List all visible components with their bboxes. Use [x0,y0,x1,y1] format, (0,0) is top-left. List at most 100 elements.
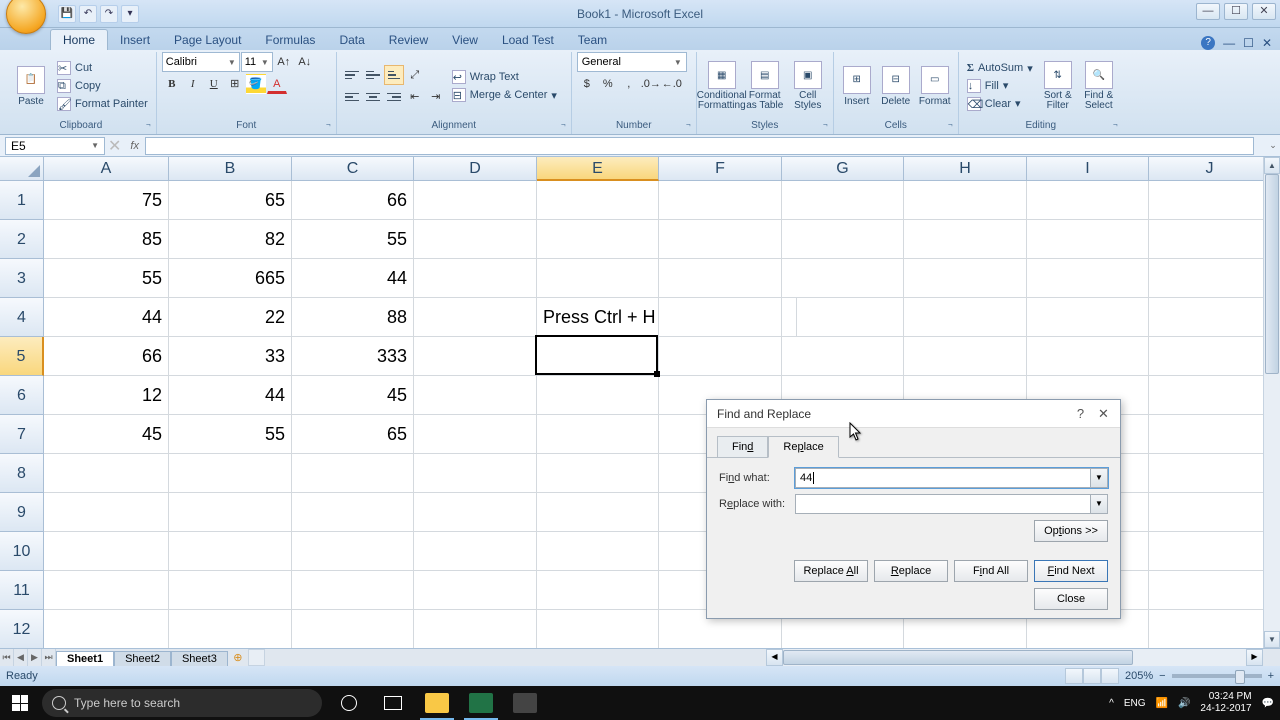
cell-G3[interactable] [782,259,904,298]
align-center-button[interactable] [363,87,383,107]
row-header-9[interactable]: 9 [0,493,44,532]
cell-C1[interactable]: 66 [292,181,414,220]
cell-E2[interactable] [537,220,659,259]
merge-center-button[interactable]: ⊟Merge & Center ▾ [449,87,560,103]
cell-D10[interactable] [414,532,537,571]
align-middle-button[interactable] [363,65,383,85]
cortana-icon[interactable] [328,686,370,720]
cell-A4[interactable]: 44 [44,298,169,337]
fill-color-button[interactable]: 🪣 [246,74,266,94]
cell-B4[interactable]: 22 [169,298,292,337]
taskbar-search[interactable]: Type here to search [42,689,322,717]
cell-E6[interactable] [537,376,659,415]
bold-button[interactable]: B [162,74,182,94]
delete-cells-button[interactable]: ⊟Delete [878,56,914,116]
dialog-titlebar[interactable]: Find and Replace ? ✕ [707,400,1120,428]
cell-E7[interactable] [537,415,659,454]
close-button[interactable]: Close [1034,588,1108,610]
tab-data[interactable]: Data [327,30,376,50]
wrap-text-button[interactable]: ↩Wrap Text [449,69,560,85]
cell-D2[interactable] [414,220,537,259]
find-all-button[interactable]: Find All [954,560,1028,582]
scroll-right-icon[interactable]: ▶ [1246,649,1263,666]
row-header-7[interactable]: 7 [0,415,44,454]
sheet-tab-2[interactable]: Sheet2 [114,651,171,666]
formula-input[interactable] [145,137,1254,155]
name-box[interactable]: E5▼ [5,137,105,155]
cell-I5[interactable] [1027,337,1149,376]
cell-C7[interactable]: 65 [292,415,414,454]
cell-H4[interactable] [904,298,1027,337]
cell-B12[interactable] [169,610,292,649]
clock[interactable]: 03:24 PM24-12-2017 [1200,691,1251,715]
cell-J3[interactable] [1149,259,1271,298]
cell-A6[interactable]: 12 [44,376,169,415]
format-as-table-button[interactable]: ▤Format as Table [745,56,785,116]
cell-J1[interactable] [1149,181,1271,220]
undo-icon[interactable]: ↶ [79,5,97,23]
decrease-font-icon[interactable]: A↓ [295,52,315,72]
row-header-3[interactable]: 3 [0,259,44,298]
tab-load-test[interactable]: Load Test [490,30,566,50]
cell-D6[interactable] [414,376,537,415]
find-select-button[interactable]: 🔍Find & Select [1080,56,1118,116]
column-header-B[interactable]: B [169,157,292,181]
column-header-F[interactable]: F [659,157,782,181]
column-header-J[interactable]: J [1149,157,1271,181]
scroll-left-icon[interactable]: ◀ [766,649,783,666]
cell-J4[interactable] [1149,298,1271,337]
cell-D7[interactable] [414,415,537,454]
row-header-4[interactable]: 4 [0,298,44,337]
italic-button[interactable]: I [183,74,203,94]
cell-D3[interactable] [414,259,537,298]
align-right-button[interactable] [384,87,404,107]
cell-J5[interactable] [1149,337,1271,376]
redo-icon[interactable]: ↷ [100,5,118,23]
paste-button[interactable]: 📋Paste [11,56,51,116]
start-button[interactable] [0,686,40,720]
dialog-tab-find[interactable]: Find [717,436,768,458]
cell-C3[interactable]: 44 [292,259,414,298]
maximize-button[interactable]: ☐ [1224,3,1248,20]
copy-button[interactable]: ⧉Copy [54,78,151,94]
fx-icon[interactable]: fx [130,140,139,152]
cell-C11[interactable] [292,571,414,610]
cell-G1[interactable] [782,181,904,220]
cell-F3[interactable] [659,259,782,298]
tab-insert[interactable]: Insert [108,30,162,50]
sheet-nav-last-icon[interactable]: ⏭ [42,649,56,666]
sheet-nav-next-icon[interactable]: ▶ [28,649,42,666]
sheet-nav-prev-icon[interactable]: ◀ [14,649,28,666]
cell-A8[interactable] [44,454,169,493]
dialog-close-icon[interactable]: ✕ [1097,406,1110,422]
dialog-help-icon[interactable]: ? [1074,406,1087,422]
cell-A12[interactable] [44,610,169,649]
cell-B5[interactable]: 33 [169,337,292,376]
horizontal-scrollbar[interactable]: ◀ ▶ [766,649,1263,666]
normal-view-button[interactable] [1065,668,1083,684]
cell-I4[interactable] [1027,298,1149,337]
new-sheet-icon[interactable]: ⊕ [228,651,248,664]
cell-D12[interactable] [414,610,537,649]
autosum-button[interactable]: Σ AutoSum ▾ [964,61,1036,76]
cancel-formula-icon[interactable]: ✕ [108,136,121,156]
cell-C12[interactable] [292,610,414,649]
cell-E9[interactable] [537,493,659,532]
format-painter-button[interactable]: 🖌Format Painter [54,96,151,112]
currency-button[interactable]: $ [577,74,597,94]
wifi-icon[interactable]: 📶 [1155,698,1167,709]
column-header-H[interactable]: H [904,157,1027,181]
replace-with-input[interactable]: ▼ [795,494,1108,514]
column-header-G[interactable]: G [782,157,904,181]
row-header-12[interactable]: 12 [0,610,44,649]
align-left-button[interactable] [342,87,362,107]
cell-J8[interactable] [1149,454,1271,493]
cell-styles-button[interactable]: ▣Cell Styles [788,56,828,116]
zoom-in-icon[interactable]: + [1268,670,1274,682]
indent-increase-button[interactable]: ⇥ [426,87,446,107]
page-break-view-button[interactable] [1101,668,1119,684]
find-next-button[interactable]: Find Next [1034,560,1108,582]
cell-D5[interactable] [414,337,537,376]
decrease-decimal-button[interactable]: ←.0 [661,74,681,94]
cell-C6[interactable]: 45 [292,376,414,415]
